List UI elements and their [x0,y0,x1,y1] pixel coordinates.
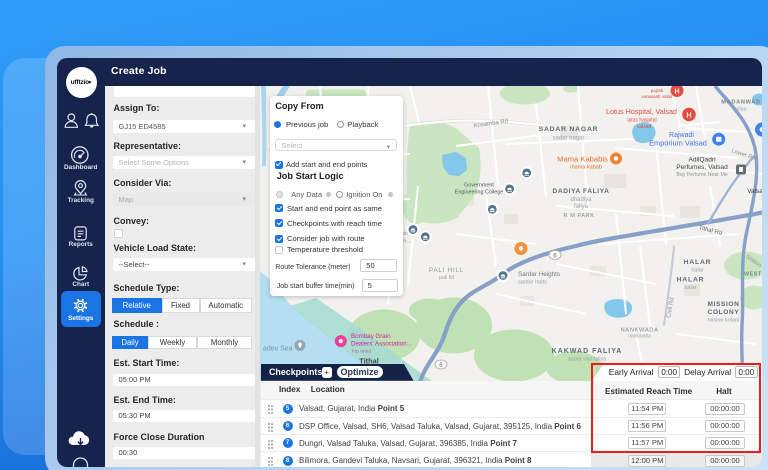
svg-text:Valsa: Valsa [747,188,762,195]
svg-text:vanarash vakal: vanarash vakal [642,94,673,99]
svg-text:nankwada: nankwada [628,333,651,339]
svg-text:Dealers' Association...: Dealers' Association... [351,340,412,347]
svg-text:sardar haits: sardar haits [518,279,547,285]
svg-text:Perfumes, Valsad: Perfumes, Valsad [676,164,728,171]
svg-text:HALAR: HALAR [684,259,712,266]
svg-text:faliya: faliya [574,204,589,210]
svg-text:latas haspital: latas haspital [627,117,656,123]
svg-text:Government: Government [464,182,494,188]
svg-text:mision kolani: mision kolani [708,317,740,323]
svg-text:Mama Kababis: Mama Kababis [557,154,608,163]
svg-text:Tithal: Tithal [359,356,379,365]
svg-text:mama kabab: mama kabab [570,164,602,170]
svg-text:Sardar Heights: Sardar Heights [518,271,560,278]
svg-text:aama vad faliya: aama vad faliya [568,356,607,362]
svg-text:6: 6 [439,361,443,368]
svg-text:vilas: vilas [735,106,746,112]
svg-text:AdilQadri: AdilQadri [688,156,716,163]
svg-text:Buy Perfume Near Me: Buy Perfume Near Me [676,172,727,178]
svg-text:Lotus Hospital, Valsad: Lotus Hospital, Valsad [606,107,677,116]
svg-text:MISSION: MISSION [707,301,739,308]
svg-text:pali hil: pali hil [439,275,454,281]
svg-text:MADANWAD: MADANWAD [721,99,760,105]
svg-text:KAKWAD FALIYA: KAKWAD FALIYA [552,348,623,355]
svg-text:valsad: valsad [637,124,652,130]
svg-text:adev Sea: adev Sea [263,345,293,352]
svg-text:H: H [674,88,679,95]
svg-text:dhadiya: dhadiya [570,197,592,203]
svg-text:sadar nagar: sadar nagar [552,135,584,141]
svg-text:R M PARK: R M PARK [564,213,595,219]
svg-text:DADIYA FALIYA: DADIYA FALIYA [553,188,610,195]
svg-text:SADAR NAGAR: SADAR NAGAR [539,126,599,133]
svg-text:Top rated: Top rated [351,348,371,354]
svg-text:6: 6 [553,252,557,259]
svg-text:H: H [686,112,691,119]
svg-text:Emporium Valsad: Emporium Valsad [649,138,707,147]
svg-text:PALI HILL: PALI HILL [429,267,464,274]
svg-text:halar: halar [684,285,696,291]
svg-text:Engineering College: Engineering College [455,189,504,195]
svg-text:WEST B: WEST B [744,271,762,277]
svg-text:HALAR: HALAR [677,276,705,283]
svg-text:Bombay Grain: Bombay Grain [351,333,391,340]
svg-text:halar: halar [691,267,703,273]
svg-text:pajrak: pajrak [651,88,664,93]
svg-text:COLONY: COLONY [708,309,740,316]
